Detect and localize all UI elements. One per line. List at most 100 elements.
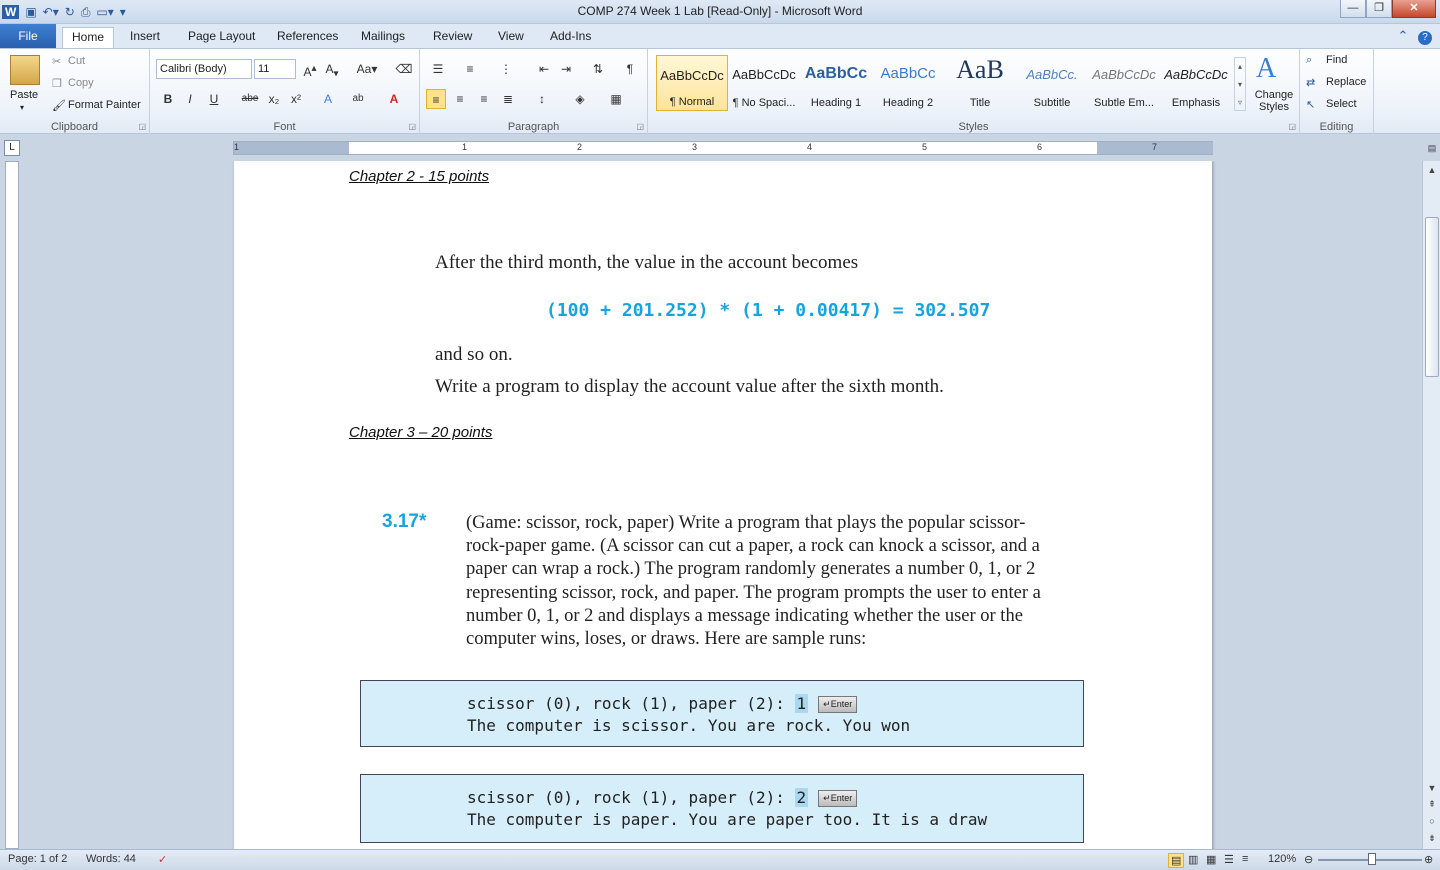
clipboard-launcher-icon[interactable]: ◲ <box>138 122 146 131</box>
horizontal-ruler[interactable]: 1 1 2 3 4 5 6 7 <box>233 141 1213 155</box>
close-button[interactable]: ✕ <box>1392 0 1436 18</box>
next-page-icon[interactable]: ⇟ <box>1423 833 1440 844</box>
style-title[interactable]: AaB Title <box>944 55 1016 111</box>
scroll-thumb[interactable] <box>1425 217 1439 377</box>
borders-icon[interactable]: ▦ <box>606 89 626 109</box>
style-name: Subtitle <box>1033 97 1071 109</box>
align-center-icon[interactable]: ≡ <box>450 89 470 109</box>
page-count[interactable]: Page: 1 of 2 <box>8 853 67 865</box>
paragraph-launcher-icon[interactable]: ◲ <box>636 122 644 131</box>
outline-icon[interactable]: ☰ <box>1224 853 1234 866</box>
line-spacing-icon[interactable]: ↕ <box>532 89 552 109</box>
clear-formatting-icon[interactable]: ⌫ <box>394 59 414 79</box>
styles-scroll-icon[interactable]: ▴ ▾ ▿ <box>1234 57 1246 111</box>
format-painter-button[interactable]: Format Painter <box>68 99 141 111</box>
shading-icon[interactable]: ◈ <box>570 89 590 109</box>
tab-selector-button[interactable]: L <box>4 140 20 156</box>
change-case-icon[interactable]: Aa▾ <box>354 59 380 79</box>
style-emphasis[interactable]: AaBbCcDc Emphasis <box>1160 55 1232 111</box>
shrink-font-icon[interactable]: A▾ <box>322 59 342 79</box>
align-right-icon[interactable]: ≡ <box>474 89 494 109</box>
select-icon[interactable]: ↖ <box>1306 98 1315 111</box>
font-color-icon[interactable]: A <box>384 89 404 109</box>
font-name-field[interactable]: Calibri (Body) <box>156 59 252 79</box>
browse-object-icon[interactable]: ○ <box>1423 816 1440 826</box>
minimize-ribbon-icon[interactable]: ⌃ <box>1397 28 1408 43</box>
copy-button[interactable]: Copy <box>68 77 94 89</box>
tab-file[interactable]: File <box>0 24 56 48</box>
help-icon[interactable]: ? <box>1418 31 1432 45</box>
font-size-field[interactable]: 11 <box>254 59 296 79</box>
strikethrough-icon[interactable]: abe <box>240 89 260 109</box>
window-title: COMP 274 Week 1 Lab [Read-Only] - Micros… <box>577 4 863 18</box>
superscript-icon[interactable]: x² <box>286 89 306 109</box>
replace-button[interactable]: Replace <box>1326 76 1366 88</box>
replace-icon[interactable]: ⇄ <box>1306 76 1315 89</box>
find-icon[interactable]: ⌕ <box>1306 54 1312 67</box>
proofing-icon[interactable]: ✓ <box>158 853 167 866</box>
style-heading-1[interactable]: AaBbCc Heading 1 <box>800 55 872 111</box>
word-count[interactable]: Words: 44 <box>86 853 136 865</box>
justify-icon[interactable]: ≣ <box>498 89 518 109</box>
style-subtitle[interactable]: AaBbCc. Subtitle <box>1016 55 1088 111</box>
scroll-up-icon[interactable]: ▲ <box>1423 165 1440 175</box>
styles-launcher-icon[interactable]: ◲ <box>1288 122 1296 131</box>
zoom-out-icon[interactable]: ⊖ <box>1304 853 1313 866</box>
text-effects-icon[interactable]: A <box>318 89 338 109</box>
tab-references[interactable]: References <box>268 27 347 48</box>
decrease-indent-icon[interactable]: ⇤ <box>534 59 554 79</box>
cut-icon[interactable]: ✂ <box>52 55 61 68</box>
subscript-icon[interactable]: x₂ <box>264 89 284 109</box>
find-button[interactable]: Find <box>1326 54 1347 66</box>
italic-icon[interactable]: I <box>180 89 200 109</box>
tab-home[interactable]: Home <box>62 27 115 48</box>
minimize-button[interactable]: — <box>1340 0 1366 18</box>
format-painter-icon[interactable]: 🖌 <box>52 99 66 112</box>
scroll-down-icon[interactable]: ▼ <box>1423 783 1440 793</box>
tab-review[interactable]: Review <box>424 27 481 48</box>
restore-button[interactable]: ❐ <box>1366 0 1392 18</box>
zoom-slider-knob[interactable] <box>1368 853 1376 865</box>
underline-icon[interactable]: U <box>204 89 224 109</box>
copy-icon[interactable]: ❐ <box>52 77 62 90</box>
show-formatting-icon[interactable]: ¶ <box>620 59 640 79</box>
tab-view[interactable]: View <box>489 27 533 48</box>
change-styles-button[interactable]: Change Styles <box>1252 89 1296 113</box>
align-left-icon[interactable]: ≡ <box>426 89 446 109</box>
tab-insert[interactable]: Insert <box>121 27 169 48</box>
style-subtle-emphasis[interactable]: AaBbCcDc Subtle Em... <box>1088 55 1160 111</box>
grow-font-icon[interactable]: A▴ <box>300 59 320 79</box>
bold-icon[interactable]: B <box>158 89 178 109</box>
print-layout-icon[interactable]: ▤ <box>1168 853 1185 868</box>
numbering-icon[interactable]: ≡ <box>460 59 480 79</box>
style-no-spacing[interactable]: AaBbCcDc ¶ No Spaci... <box>728 55 800 111</box>
style-heading-2[interactable]: AaBbCc Heading 2 <box>872 55 944 111</box>
sort-icon[interactable]: ⇅ <box>588 59 608 79</box>
font-launcher-icon[interactable]: ◲ <box>408 122 416 131</box>
web-layout-icon[interactable]: ▦ <box>1206 853 1216 866</box>
increase-indent-icon[interactable]: ⇥ <box>556 59 576 79</box>
tab-mailings[interactable]: Mailings <box>352 27 414 48</box>
multilevel-list-icon[interactable]: ⋮ <box>496 59 516 79</box>
select-button[interactable]: Select <box>1326 98 1357 110</box>
change-styles-icon[interactable]: A <box>1256 53 1276 85</box>
paste-dropdown-icon[interactable]: ▾ <box>20 103 24 112</box>
paste-icon[interactable] <box>10 55 40 85</box>
text-line-2: and so on. <box>435 344 513 365</box>
previous-page-icon[interactable]: ⇞ <box>1423 799 1440 810</box>
draft-icon[interactable]: ≡ <box>1242 853 1248 865</box>
paste-button[interactable]: Paste <box>10 89 38 101</box>
highlight-icon[interactable]: ab <box>348 89 368 109</box>
style-normal[interactable]: AaBbCcDc ¶ Normal <box>656 55 728 111</box>
document-page[interactable]: Chapter 2 - 15 points After the third mo… <box>234 161 1212 849</box>
zoom-in-icon[interactable]: ⊕ <box>1424 853 1433 866</box>
zoom-level[interactable]: 120% <box>1268 853 1296 865</box>
bullets-icon[interactable]: ☰ <box>428 59 448 79</box>
tab-page-layout[interactable]: Page Layout <box>179 27 264 48</box>
cut-button[interactable]: Cut <box>68 55 85 67</box>
tab-add-ins[interactable]: Add-Ins <box>541 27 600 48</box>
full-screen-reading-icon[interactable]: ▥ <box>1188 853 1198 866</box>
view-ruler-icon[interactable]: ▤ <box>1423 143 1440 154</box>
vertical-scrollbar[interactable]: ▤ ▲ ▼ ⇞ ○ ⇟ <box>1422 143 1440 849</box>
vertical-ruler[interactable] <box>5 161 19 849</box>
